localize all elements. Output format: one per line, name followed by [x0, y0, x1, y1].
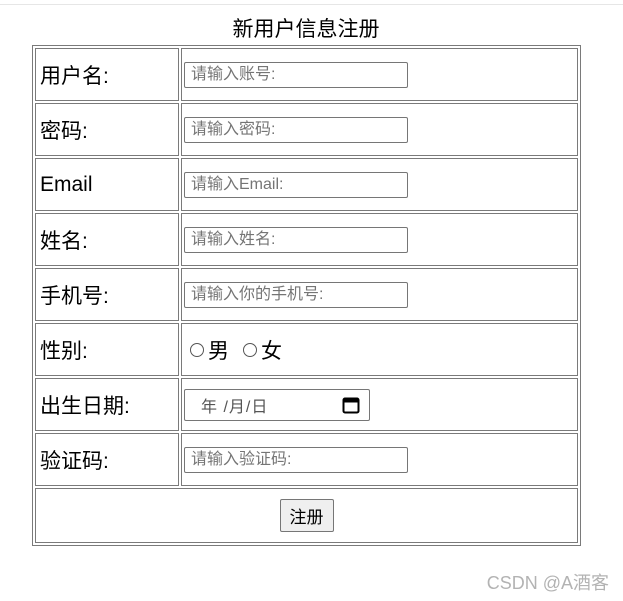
row-phone: 手机号:	[35, 268, 578, 321]
top-divider	[0, 4, 623, 5]
captcha-input[interactable]	[184, 446, 408, 473]
birthday-date-text: 年 /月/日	[201, 398, 269, 416]
phone-label: 手机号:	[35, 268, 179, 321]
email-label: Email	[35, 158, 179, 211]
gender-radio-group: 男 女	[184, 335, 577, 365]
gender-label: 性别:	[35, 323, 179, 376]
name-label: 姓名:	[35, 213, 179, 266]
account-input[interactable]	[184, 61, 408, 88]
radio-icon[interactable]	[190, 342, 204, 357]
birthday-date-input[interactable]: 年 /月/日	[184, 388, 370, 421]
row-password: 密码:	[35, 103, 578, 156]
birthday-label: 出生日期:	[35, 378, 179, 431]
row-name: 姓名:	[35, 213, 578, 266]
radio-icon[interactable]	[243, 342, 257, 357]
row-account: 用户名:	[35, 48, 578, 101]
name-input[interactable]	[184, 226, 408, 253]
account-label: 用户名:	[35, 48, 179, 101]
row-gender: 性别: 男 女	[35, 323, 578, 376]
form-title: 新用户信息注册	[232, 18, 380, 41]
row-email: Email	[35, 158, 578, 211]
row-birthday: 出生日期: 年 /月/日	[35, 378, 578, 431]
gender-option-female-label: 女	[261, 339, 282, 363]
gender-option-female[interactable]: 女	[243, 335, 282, 365]
row-captcha: 验证码:	[35, 433, 578, 486]
password-label: 密码:	[35, 103, 179, 156]
gender-option-male-label: 男	[208, 339, 229, 363]
watermark: CSDN @A酒客	[486, 573, 609, 593]
phone-input[interactable]	[184, 281, 408, 308]
row-submit: 注册	[35, 488, 578, 543]
email-input[interactable]	[184, 171, 408, 198]
password-input[interactable]	[184, 116, 408, 143]
gender-option-male[interactable]: 男	[190, 335, 229, 365]
register-button[interactable]: 注册	[279, 499, 334, 532]
captcha-label: 验证码:	[35, 433, 179, 486]
registration-table: 用户名: 密码: Email 姓名: 手机号: 性别:	[32, 45, 581, 546]
calendar-icon[interactable]	[341, 395, 361, 415]
